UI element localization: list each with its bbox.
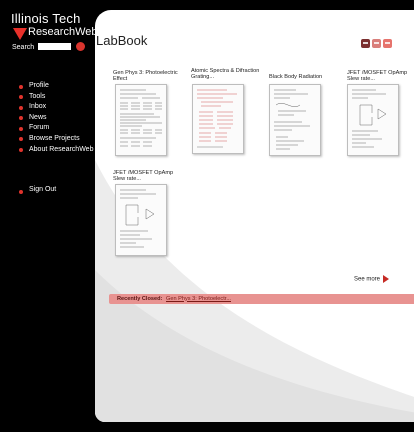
main-nav: Profile Tools Inbox News Forum Browse Pr… <box>19 81 93 155</box>
nav-item-tools[interactable]: Tools <box>19 92 93 103</box>
nav-item-profile[interactable]: Profile <box>19 81 93 92</box>
bullet-icon <box>19 95 23 100</box>
notebook-thumbnail[interactable] <box>115 184 167 256</box>
see-more-label: See more <box>354 276 381 283</box>
recently-closed-link[interactable]: Gen Phys 3: Photoelectr... <box>166 296 231 302</box>
nav-label: Inbox <box>29 103 47 111</box>
notebook-card[interactable]: Black Body Radiation <box>269 74 339 156</box>
recently-closed-bar: Recently Closed: Gen Phys 3: Photoelectr… <box>109 294 414 304</box>
page-title: LabBook <box>96 33 148 48</box>
close-button[interactable] <box>383 39 392 48</box>
handwritten-page-icon <box>274 89 310 150</box>
notebook-title: JFET /MOSFET OpAmp Slew rate... <box>347 70 408 83</box>
bullet-icon <box>19 148 23 153</box>
nav-item-forum[interactable]: Forum <box>19 123 93 134</box>
notebook-thumbnail[interactable] <box>347 84 399 156</box>
nav-label: Profile <box>29 82 49 89</box>
bullet-icon <box>19 116 23 121</box>
nav-item-news[interactable]: News <box>19 113 93 124</box>
nav-label: News <box>29 113 47 121</box>
recently-closed-label: Recently Closed: <box>117 295 163 302</box>
bullet-icon <box>19 84 23 89</box>
restore-button[interactable] <box>372 39 381 48</box>
brand-name[interactable]: Illinois Tech <box>11 11 81 26</box>
app-root: Illinois Tech ResearchWeb Search Profile… <box>0 0 414 432</box>
main-panel: LabBook Gen Phys 3: Photoelectric Effect <box>95 10 414 422</box>
handwritten-page-icon <box>120 189 156 248</box>
sign-out-label: Sign Out <box>29 186 57 193</box>
bullet-icon <box>19 105 23 110</box>
bullet-icon <box>19 126 23 131</box>
bullet-icon <box>19 137 23 142</box>
see-more-link[interactable]: See more <box>354 275 390 283</box>
search-go-icon[interactable] <box>76 42 85 51</box>
nav-item-inbox[interactable]: Inbox <box>19 102 93 113</box>
notebook-card[interactable]: JFET /MOSFET OpAmp Slew rate... <box>347 70 414 156</box>
notebook-thumbnail[interactable] <box>192 84 244 154</box>
handwritten-page-icon <box>197 89 237 148</box>
nav-label: About ResearchWeb <box>29 145 94 153</box>
notebook-title: Atomic Spectra & Difraction Grating... <box>191 68 260 81</box>
notebook-card[interactable]: Atomic Spectra & Difraction Grating... <box>191 68 261 154</box>
notebook-title: Gen Phys 3: Photoelectric Effect <box>113 70 178 83</box>
nav-label: Browse Projects <box>29 134 80 142</box>
sign-out-link[interactable]: Sign Out <box>19 186 57 194</box>
nav-item-browse-projects[interactable]: Browse Projects <box>19 134 93 145</box>
brand-subtitle[interactable]: ResearchWeb <box>28 26 98 38</box>
search-label: Search <box>12 44 35 51</box>
nav-label: Tools <box>29 92 46 100</box>
search-input[interactable] <box>38 43 71 50</box>
notebook-title: JFET /MOSFET OpAmp Slew rate... <box>113 170 174 183</box>
notebook-card[interactable]: Gen Phys 3: Photoelectric Effect <box>113 70 183 156</box>
minimize-button[interactable] <box>361 39 370 48</box>
notebook-card[interactable]: JFET /MOSFET OpAmp Slew rate... <box>113 170 183 256</box>
sidebar: Illinois Tech ResearchWeb Search Profile… <box>0 0 98 432</box>
logo-triangle-icon <box>13 28 27 40</box>
bullet-icon <box>19 189 23 194</box>
handwritten-page-icon <box>352 89 387 148</box>
notebook-thumbnail[interactable] <box>115 84 167 156</box>
arrow-right-icon <box>383 275 390 283</box>
handwritten-page-icon <box>120 89 162 147</box>
notebook-thumbnail[interactable] <box>269 84 321 156</box>
nav-item-about[interactable]: About ResearchWeb <box>19 145 93 156</box>
nav-label: Forum <box>29 124 50 132</box>
